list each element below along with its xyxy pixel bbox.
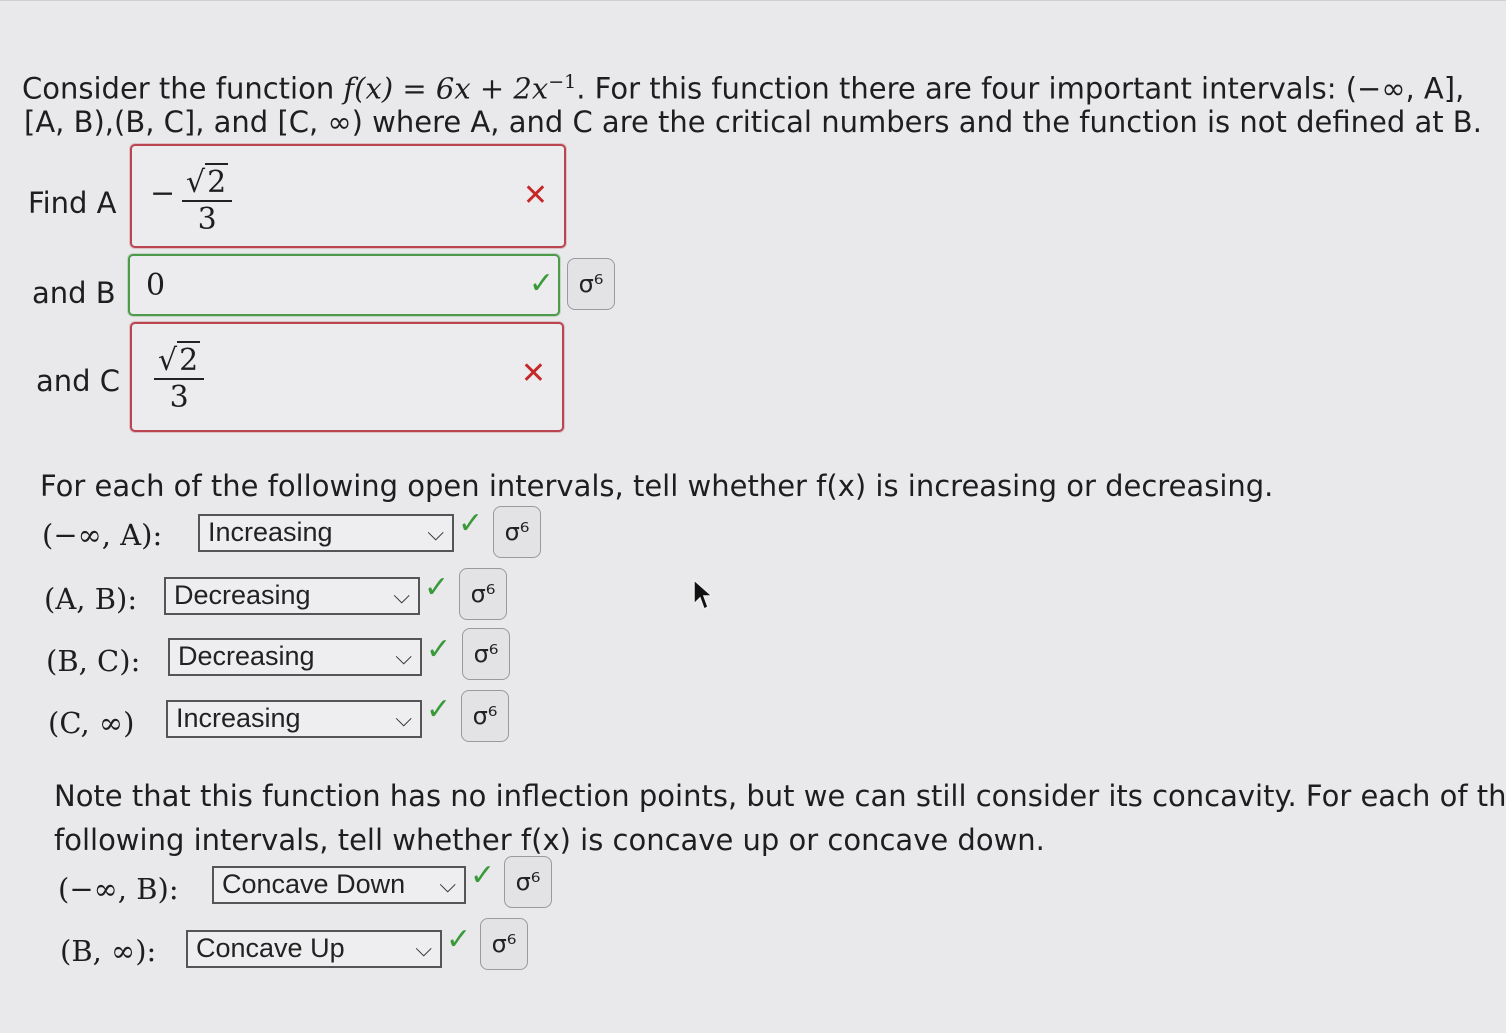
function-expression: f(x) = 6x + 2x bbox=[343, 71, 549, 106]
problem-line-1: Consider the function f(x) = 6x + 2x−1. … bbox=[22, 64, 1464, 107]
monotonic-select-1[interactable]: Increasing ⌵ bbox=[198, 514, 454, 552]
wrong-x-icon: ✕ bbox=[520, 356, 546, 391]
find-c-label: and C bbox=[36, 364, 121, 398]
problem-intro-text: Consider the function bbox=[22, 71, 344, 106]
select-value: Concave Up bbox=[196, 933, 345, 963]
top-divider bbox=[0, 0, 1506, 1]
concavity-prompt-line-2: following intervals, tell whether f(x) i… bbox=[54, 823, 1045, 857]
select-value: Increasing bbox=[176, 703, 301, 733]
correct-check-icon: ✓ bbox=[426, 692, 452, 727]
answer-key-icon[interactable]: σ⁶ bbox=[567, 258, 615, 310]
correct-check-icon: ✓ bbox=[528, 266, 554, 301]
answer-a-field[interactable]: − √2 3 ✕ bbox=[130, 144, 566, 248]
problem-line-2: [A, B),(B, C], and [C, ∞) where A, and C… bbox=[24, 104, 1482, 140]
chevron-down-icon: ⌵ bbox=[393, 583, 410, 608]
select-value: Decreasing bbox=[174, 580, 311, 610]
chevron-down-icon: ⌵ bbox=[427, 520, 444, 545]
interval-label: (A, B): bbox=[44, 582, 138, 616]
answer-key-icon[interactable]: σ⁶ bbox=[480, 918, 528, 970]
concavity-prompt-line-1: Note that this function has no inflectio… bbox=[54, 779, 1506, 813]
monotonic-prompt: For each of the following open intervals… bbox=[40, 469, 1274, 503]
a-denominator: 3 bbox=[197, 202, 217, 237]
select-value: Increasing bbox=[208, 517, 333, 547]
problem-intervals-text: . For this function there are four impor… bbox=[576, 71, 1465, 106]
answer-key-icon[interactable]: σ⁶ bbox=[462, 628, 510, 680]
answer-key-icon[interactable]: σ⁶ bbox=[459, 568, 507, 620]
chevron-down-icon: ⌵ bbox=[415, 936, 432, 961]
interval-label: (B, C): bbox=[46, 644, 141, 678]
function-exponent: −1 bbox=[548, 71, 577, 93]
answer-key-icon[interactable]: σ⁶ bbox=[493, 506, 541, 558]
a-radicand: 2 bbox=[205, 163, 229, 200]
correct-check-icon: ✓ bbox=[424, 570, 450, 605]
monotonic-select-3[interactable]: Decreasing ⌵ bbox=[168, 638, 422, 676]
concavity-select-2[interactable]: Concave Up ⌵ bbox=[186, 930, 442, 968]
interval-label: (−∞, A): bbox=[42, 518, 163, 552]
interval-label: (−∞, B): bbox=[58, 872, 179, 906]
interval-label: (C, ∞) bbox=[48, 706, 135, 740]
chevron-down-icon: ⌵ bbox=[395, 644, 412, 669]
a-fraction: √2 3 bbox=[182, 163, 233, 238]
answer-c-field[interactable]: √2 3 ✕ bbox=[130, 322, 564, 432]
chevron-down-icon: ⌵ bbox=[395, 706, 412, 731]
find-b-label: and B bbox=[32, 276, 116, 310]
c-denominator: 3 bbox=[169, 380, 189, 415]
select-value: Decreasing bbox=[178, 641, 315, 671]
correct-check-icon: ✓ bbox=[446, 922, 472, 957]
interval-label: (B, ∞): bbox=[60, 934, 157, 968]
correct-check-icon: ✓ bbox=[426, 632, 452, 667]
mouse-cursor-icon bbox=[693, 578, 714, 611]
answer-b-field[interactable]: 0 ✓ bbox=[128, 254, 560, 316]
monotonic-select-2[interactable]: Decreasing ⌵ bbox=[164, 577, 420, 615]
correct-check-icon: ✓ bbox=[458, 506, 484, 541]
problem-definition-text: [A, B),(B, C], and [C, ∞) where A, and C… bbox=[24, 105, 1482, 139]
correct-check-icon: ✓ bbox=[470, 858, 496, 893]
monotonic-select-4[interactable]: Increasing ⌵ bbox=[166, 700, 422, 738]
c-radicand: 2 bbox=[177, 341, 201, 378]
answer-key-icon[interactable]: σ⁶ bbox=[461, 690, 509, 742]
wrong-x-icon: ✕ bbox=[522, 178, 548, 213]
c-fraction: √2 3 bbox=[154, 341, 205, 416]
chevron-down-icon: ⌵ bbox=[439, 872, 456, 897]
b-value: 0 bbox=[146, 268, 166, 303]
concavity-select-1[interactable]: Concave Down ⌵ bbox=[212, 866, 466, 904]
answer-key-icon[interactable]: σ⁶ bbox=[504, 856, 552, 908]
find-a-label: Find A bbox=[28, 186, 117, 220]
a-negative-sign: − bbox=[150, 176, 176, 211]
select-value: Concave Down bbox=[222, 869, 406, 899]
